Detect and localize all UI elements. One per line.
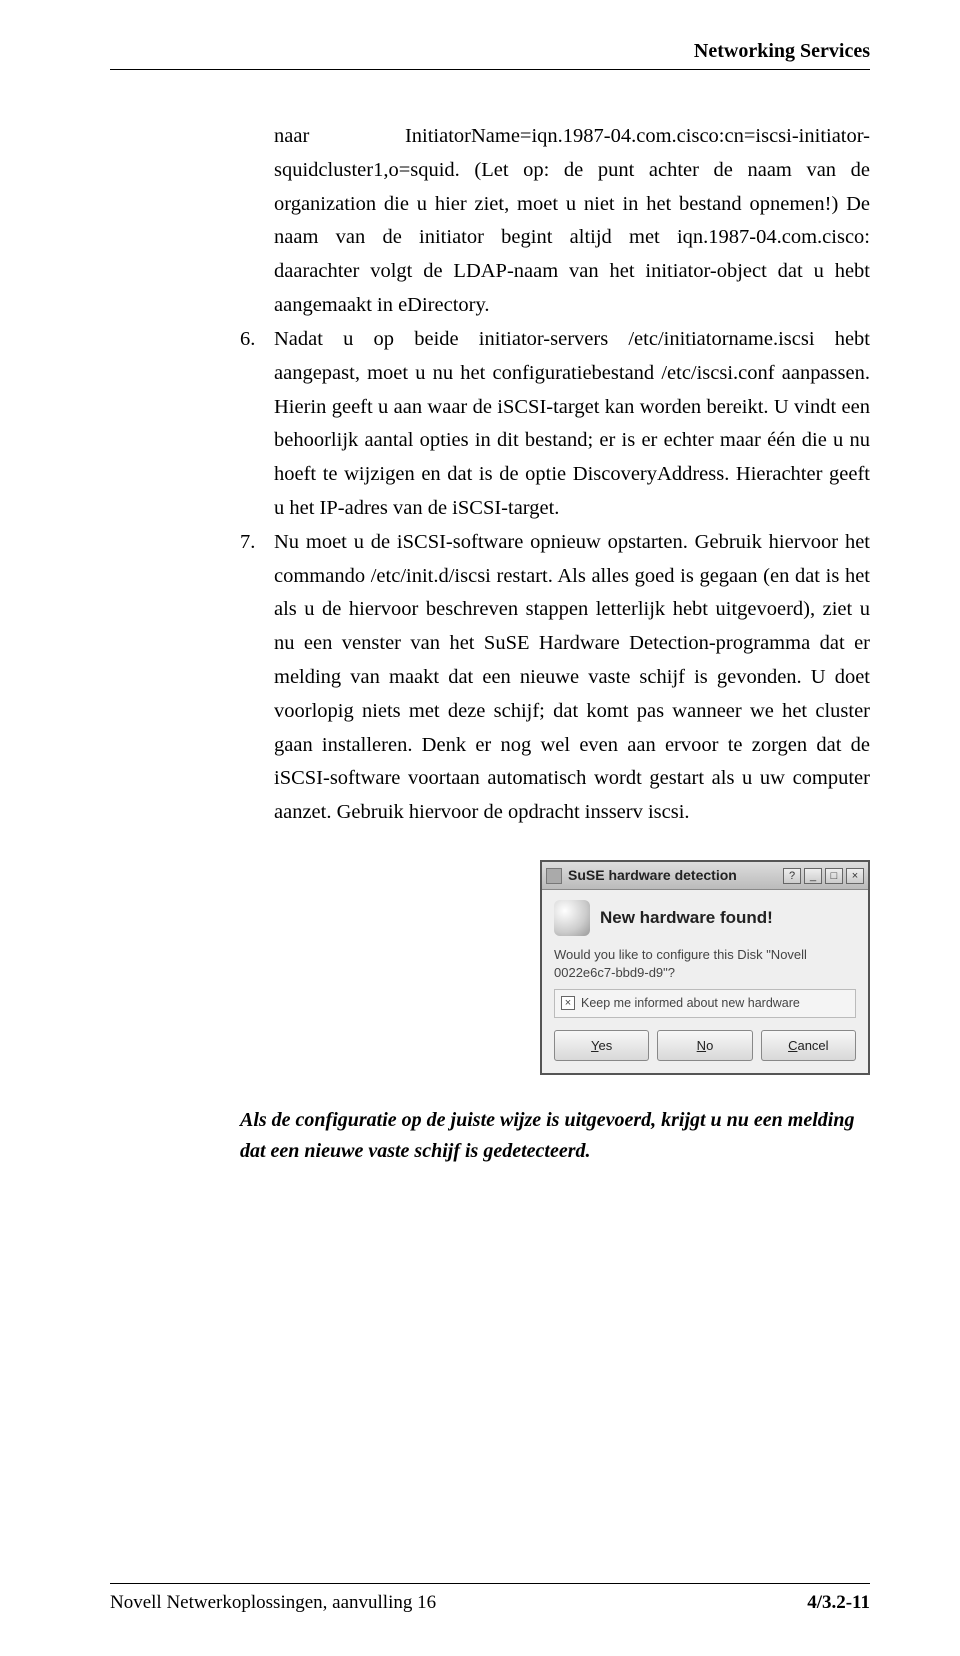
dialog-titlebar: SuSE hardware detection ? _ □ × (542, 862, 868, 890)
list-text: Nu moet u de iSCSI-software opnieuw opst… (274, 526, 870, 830)
window-title: SuSE hardware detection (568, 864, 783, 887)
no-button[interactable]: No (657, 1030, 752, 1061)
window-controls: ? _ □ × (783, 868, 864, 884)
yes-button[interactable]: Yes (554, 1030, 649, 1061)
footer-left: Novell Netwerkoplossingen, aanvulling 16 (110, 1592, 436, 1614)
suse-dialog: SuSE hardware detection ? _ □ × New hard… (540, 860, 870, 1075)
page-header: Networking Services (110, 40, 870, 70)
list-number: 6. (240, 323, 274, 526)
window-icon (546, 868, 562, 884)
minimize-button[interactable]: _ (804, 868, 822, 884)
maximize-button[interactable]: □ (825, 868, 843, 884)
checkbox-label: Keep me informed about new hardware (581, 993, 800, 1014)
close-button[interactable]: × (846, 868, 864, 884)
list-item-6: 6. Nadat u op beide initiator-servers /e… (240, 323, 870, 526)
dialog-screenshot: SuSE hardware detection ? _ □ × New hard… (240, 860, 870, 1075)
body-text: naar InitiatorName=iqn.1987-04.com.cisco… (110, 120, 870, 1075)
dialog-body: New hardware found! Would you like to co… (542, 890, 868, 1073)
page-footer: Novell Netwerkoplossingen, aanvulling 16… (110, 1583, 870, 1614)
dialog-button-row: Yes No Cancel (554, 1030, 856, 1061)
dialog-message: Would you like to configure this Disk "N… (554, 946, 856, 981)
cancel-button[interactable]: Cancel (761, 1030, 856, 1061)
intro-paragraph: naar InitiatorName=iqn.1987-04.com.cisco… (274, 120, 870, 323)
dialog-heading: New hardware found! (600, 904, 773, 932)
checkbox-row[interactable]: × Keep me informed about new hardware (554, 989, 856, 1018)
checkbox[interactable]: × (561, 996, 575, 1010)
list-number: 7. (240, 526, 274, 830)
hardware-icon (554, 900, 590, 936)
list-text: Nadat u op beide initiator-servers /etc/… (274, 323, 870, 526)
footer-right: 4/3.2-11 (807, 1592, 870, 1614)
help-button[interactable]: ? (783, 868, 801, 884)
figure-caption: Als de configuratie op de juiste wijze i… (240, 1105, 870, 1167)
list-item-7: 7. Nu moet u de iSCSI-software opnieuw o… (240, 526, 870, 830)
section-title: Networking Services (694, 40, 870, 62)
dialog-heading-row: New hardware found! (554, 900, 856, 936)
